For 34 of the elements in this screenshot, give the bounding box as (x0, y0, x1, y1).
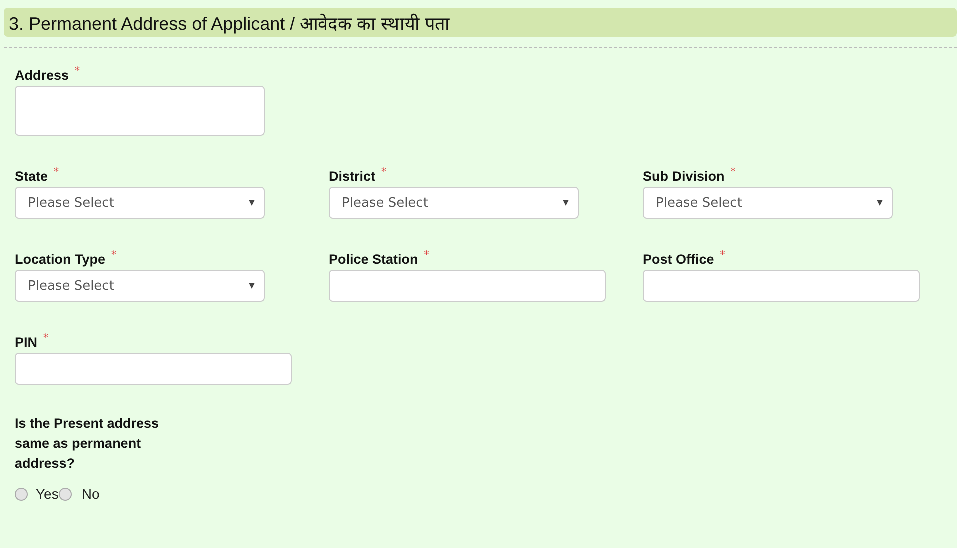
required-mark: * (44, 333, 49, 345)
select-dropdown[interactable]: Please Select (329, 187, 579, 219)
field-label: Police Station (329, 251, 418, 269)
field-label: District (329, 168, 376, 186)
required-mark: * (75, 66, 80, 78)
field-label: Sub Division (643, 168, 725, 186)
required-mark: * (730, 167, 736, 179)
radio-option[interactable]: No (58, 486, 100, 502)
required-mark: * (720, 250, 726, 262)
address-field[interactable] (15, 86, 265, 136)
select-dropdown[interactable]: Please Select (643, 187, 893, 219)
question-label: Is the Present address same as permanent address? (15, 415, 160, 473)
field-label: Location Type (15, 251, 106, 269)
required-mark: * (382, 167, 387, 179)
caret-icon (249, 200, 255, 206)
field-label: State (15, 168, 48, 186)
input-field[interactable] (329, 270, 606, 302)
caret-icon (877, 200, 883, 206)
caret-icon (249, 283, 255, 289)
field-label: Post Office (643, 251, 714, 269)
select-dropdown[interactable]: Please Select (15, 187, 265, 219)
field-label: Address (15, 67, 70, 85)
input-field[interactable] (643, 270, 920, 302)
section-title: 3. Permanent Address of Applicant / आवेदक का स्थायी पता (9, 12, 450, 34)
required-mark: * (54, 167, 60, 179)
required-mark: * (112, 250, 117, 262)
required-mark: * (424, 250, 430, 262)
select-dropdown[interactable]: Please Select (15, 270, 265, 302)
input-field[interactable] (15, 353, 292, 385)
radio-option[interactable]: Yes (15, 486, 59, 502)
radio-button[interactable] (58, 488, 72, 500)
radio-button[interactable] (15, 488, 28, 500)
caret-icon (563, 200, 569, 206)
field-label: PIN (15, 334, 38, 352)
